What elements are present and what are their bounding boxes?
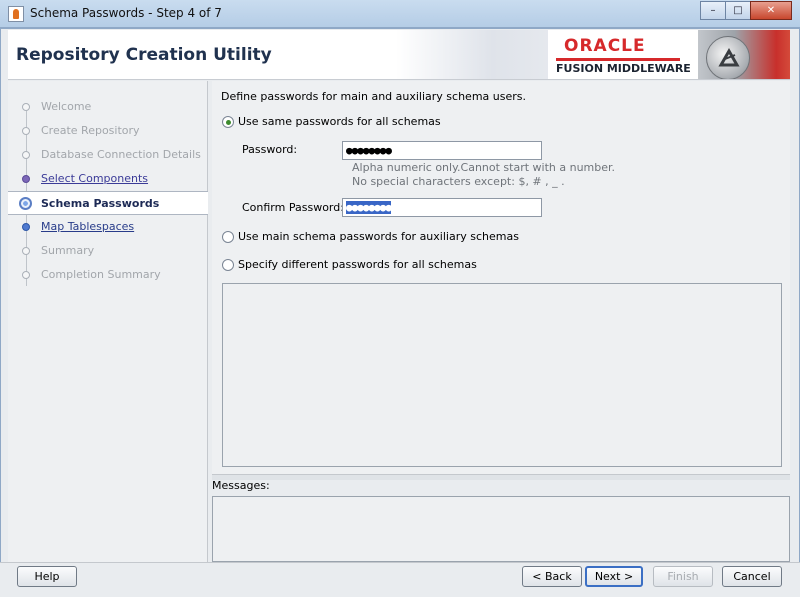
- confirm-password-field[interactable]: ●●●●●●●●: [342, 198, 542, 217]
- window-title: Schema Passwords - Step 4 of 7: [30, 6, 222, 20]
- step-next-icon: [22, 223, 30, 231]
- step-done-icon: [22, 127, 30, 135]
- password-field[interactable]: ●●●●●●●●: [342, 141, 542, 160]
- nav-step-select-components[interactable]: Select Components: [8, 167, 208, 191]
- same-passwords-radio[interactable]: [222, 116, 234, 128]
- nav-step-summary: Summary: [8, 239, 208, 263]
- messages-area: [212, 496, 790, 562]
- wizard-emblem-icon: [706, 36, 750, 79]
- window-controls: – □ ✕: [700, 1, 792, 20]
- nav-step-label: Schema Passwords: [41, 197, 160, 210]
- nav-step-welcome: Welcome: [8, 95, 208, 119]
- confirm-password-value: ●●●●●●●●: [346, 201, 392, 214]
- schema-passwords-panel: Define passwords for main and auxiliary …: [212, 81, 790, 474]
- header-banner: Repository Creation Utility ORACLE FUSIO…: [8, 30, 790, 80]
- nav-step-label: Welcome: [41, 100, 92, 113]
- schema-password-table-area: [222, 283, 782, 467]
- confirm-password-label: Confirm Password:: [242, 201, 344, 214]
- next-button[interactable]: Next >: [585, 566, 643, 587]
- finish-button: Finish: [653, 566, 713, 587]
- step-current-icon: [19, 197, 32, 210]
- nav-step-label[interactable]: Select Components: [41, 172, 148, 185]
- nav-step-label[interactable]: Map Tablespaces: [41, 220, 134, 233]
- step-pending-icon: [22, 271, 30, 279]
- messages-label: Messages:: [212, 479, 270, 492]
- app-title: Repository Creation Utility: [16, 45, 272, 65]
- step-done-icon: [22, 103, 30, 111]
- minimize-button[interactable]: –: [700, 1, 726, 20]
- messages-splitter[interactable]: [212, 474, 790, 480]
- oracle-logo-underline: [556, 58, 680, 61]
- different-passwords-label[interactable]: Specify different passwords for all sche…: [238, 258, 477, 271]
- product-badge: [698, 30, 790, 79]
- nav-step-create-repository: Create Repository: [8, 119, 208, 143]
- nav-step-label: Database Connection Details: [41, 148, 201, 161]
- main-schema-passwords-radio[interactable]: [222, 231, 234, 243]
- password-hint-line2: No special characters except: $, # , _ .: [352, 175, 565, 188]
- nav-step-label: Create Repository: [41, 124, 140, 137]
- step-done-icon: [22, 151, 30, 159]
- same-passwords-label[interactable]: Use same passwords for all schemas: [238, 115, 441, 128]
- password-label: Password:: [242, 143, 298, 156]
- close-button[interactable]: ✕: [750, 1, 792, 20]
- back-button[interactable]: < Back: [522, 566, 582, 587]
- nav-step-database-connection: Database Connection Details: [8, 143, 208, 167]
- step-pending-icon: [22, 247, 30, 255]
- maximize-button[interactable]: □: [725, 1, 751, 20]
- nav-step-label: Completion Summary: [41, 268, 161, 281]
- different-passwords-radio[interactable]: [222, 259, 234, 271]
- window-titlebar: Schema Passwords - Step 4 of 7 – □ ✕: [0, 0, 800, 28]
- fusion-middleware-text: FUSION MIDDLEWARE: [556, 62, 691, 75]
- password-value: ●●●●●●●●: [346, 144, 392, 157]
- main-schema-passwords-label[interactable]: Use main schema passwords for auxiliary …: [238, 230, 519, 243]
- wizard-steps-nav: Welcome Create Repository Database Conne…: [8, 81, 208, 562]
- step-visited-icon: [22, 175, 30, 183]
- banner-gradient: [396, 30, 556, 79]
- nav-step-label: Summary: [41, 244, 95, 257]
- oracle-logo-text: ORACLE: [564, 36, 646, 56]
- password-hint-line1: Alpha numeric only.Cannot start with a n…: [352, 161, 616, 174]
- nav-step-completion-summary: Completion Summary: [8, 263, 208, 287]
- nav-step-map-tablespaces[interactable]: Map Tablespaces: [8, 215, 208, 239]
- nav-step-schema-passwords: Schema Passwords: [8, 191, 208, 215]
- cancel-button[interactable]: Cancel: [722, 566, 782, 587]
- java-app-icon: [8, 6, 24, 22]
- help-button[interactable]: Help: [17, 566, 77, 587]
- intro-text: Define passwords for main and auxiliary …: [221, 90, 526, 103]
